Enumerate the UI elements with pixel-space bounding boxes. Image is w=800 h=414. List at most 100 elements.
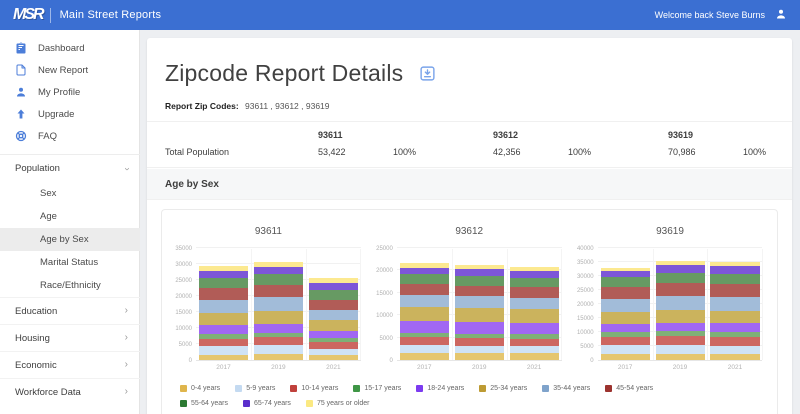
y-tick-label: 20000 bbox=[376, 268, 393, 275]
download-report-icon[interactable] bbox=[419, 65, 436, 82]
y-axis: 0 5000 10000 15000 20000 25000 30000 35000 bbox=[172, 246, 196, 364]
report-zip-codes: Report Zip Codes: 93611 , 93612 , 93619 bbox=[147, 87, 792, 121]
bar-segment-55-64-years bbox=[600, 277, 650, 287]
sidebar: Dashboard New Report My Profile Upgrade FAQ … bbox=[0, 30, 140, 414]
bar-segment-25-34-years bbox=[710, 311, 760, 324]
sidebar-item-age[interactable]: Age bbox=[0, 205, 140, 228]
x-tick-label: 2021 bbox=[526, 364, 542, 371]
legend-swatch bbox=[353, 385, 361, 392]
bar-segment-55-64-years bbox=[399, 274, 449, 284]
bar-segment-0-4-years bbox=[253, 353, 303, 360]
h-gridline bbox=[396, 247, 562, 248]
v-gridline bbox=[561, 249, 563, 360]
y-tick-label: 25000 bbox=[576, 288, 594, 294]
summary-cell: 53,422 bbox=[318, 147, 346, 157]
x-tick-label: 2019 bbox=[672, 364, 688, 371]
bar-segment-5-9-years bbox=[454, 345, 504, 354]
legend-label: 18-24 years bbox=[427, 385, 465, 392]
summary-cell: 100% bbox=[743, 147, 767, 157]
bar-segment-45-54-years bbox=[655, 283, 705, 297]
y-tick-label: 25000 bbox=[376, 246, 393, 252]
bar-segment-45-54-years bbox=[253, 284, 303, 298]
sidebar-item-faq[interactable]: FAQ bbox=[0, 125, 140, 147]
bar-segment-25-34-years bbox=[308, 320, 358, 331]
chart-title: 93611 bbox=[254, 226, 282, 237]
bar-segment-5-9-years bbox=[655, 345, 705, 354]
upgrade-icon bbox=[15, 108, 27, 120]
bar-segment-35-44-years bbox=[198, 299, 249, 314]
msr-logo[interactable]: MSR bbox=[13, 6, 45, 24]
y-tick-label: 5000 bbox=[178, 342, 192, 348]
h-gridline bbox=[196, 247, 361, 248]
legend-item: 18-24 years bbox=[416, 385, 464, 392]
legend-label: 25-34 years bbox=[490, 385, 528, 392]
bar-segment-10-14-years bbox=[399, 337, 449, 346]
plot-row: 0 5000 10000 15000 20000 25000 30000 35000 40000 bbox=[574, 246, 767, 364]
bar-segment-35-44-years bbox=[600, 299, 650, 313]
summary-zip-header: 93612 bbox=[493, 130, 519, 140]
y-tick-label: 20000 bbox=[175, 294, 192, 300]
chevron-right-icon: › bbox=[124, 359, 128, 370]
bar-segment-25-34-years bbox=[655, 310, 705, 323]
stacked-bar-2019 bbox=[655, 260, 705, 360]
x-tick-label: 2017 bbox=[216, 364, 231, 371]
h-gridline bbox=[597, 247, 763, 248]
stacked-bar-2021 bbox=[710, 261, 760, 360]
logo-divider bbox=[49, 7, 51, 23]
bar-segment-5-9-years bbox=[600, 345, 650, 354]
sidebar-item-dashboard[interactable]: Dashboard bbox=[0, 37, 140, 59]
bar-segment-45-54-years bbox=[454, 285, 504, 297]
y-axis: 0 5000 10000 15000 20000 25000 30000 35000 40000 bbox=[574, 246, 598, 364]
sidebar-section-economic[interactable]: Economic › bbox=[0, 351, 140, 378]
sidebar-section-education[interactable]: Education › bbox=[0, 297, 140, 324]
report-zip-label: Report Zip Codes: bbox=[165, 101, 239, 111]
bar-segment-0-4-years bbox=[600, 353, 650, 360]
legend-item: 15-17 years bbox=[353, 385, 401, 392]
bar-segment-25-34-years bbox=[198, 313, 249, 326]
sidebar-item-label: My Profile bbox=[38, 86, 81, 98]
summary-cell: 100% bbox=[568, 147, 592, 157]
plot-area bbox=[597, 247, 763, 361]
summary-cell: 42,356 bbox=[493, 147, 521, 157]
sidebar-item-label: Dashboard bbox=[38, 42, 85, 54]
bar-segment-18-24-years bbox=[308, 330, 358, 338]
legend-item: 55-64 years bbox=[180, 400, 228, 407]
bar-segment-45-54-years bbox=[198, 288, 249, 300]
sidebar-item-new-report[interactable]: New Report bbox=[0, 59, 140, 81]
report-zip-values: 93611 , 93612 , 93619 bbox=[245, 101, 330, 111]
y-tick-label: 40000 bbox=[576, 246, 594, 252]
main-area: Zipcode Report Details Report Zip Codes:… bbox=[140, 30, 800, 414]
sidebar-section-housing[interactable]: Housing › bbox=[0, 324, 140, 351]
app-name: Main Street Reports bbox=[59, 9, 162, 21]
bar-segment-0-4-years bbox=[454, 353, 504, 360]
v-gridline bbox=[761, 249, 763, 360]
sidebar-item-marital-status[interactable]: Marital Status bbox=[0, 251, 140, 274]
sidebar-item-age-by-sex[interactable]: Age by Sex bbox=[0, 228, 140, 251]
legend-item: 65-74 years bbox=[242, 400, 291, 407]
sidebar-section-label: Population bbox=[15, 163, 60, 174]
user-avatar-icon[interactable] bbox=[775, 8, 787, 22]
legend-swatch bbox=[542, 385, 550, 392]
sidebar-item-sex[interactable]: Sex bbox=[0, 182, 140, 205]
x-tick-label: 2019 bbox=[271, 364, 286, 371]
bar-segment-55-64-years bbox=[308, 289, 358, 300]
y-tick-label: 20000 bbox=[576, 302, 594, 308]
bar-segment-18-24-years bbox=[253, 323, 303, 333]
sidebar-item-race-ethnicity[interactable]: Race/Ethnicity bbox=[0, 274, 140, 297]
sidebar-item-my-profile[interactable]: My Profile bbox=[0, 81, 140, 103]
sidebar-section-population[interactable]: Population › bbox=[0, 155, 140, 182]
bar-segment-0-4-years bbox=[198, 354, 249, 360]
bar-segment-18-24-years bbox=[655, 322, 705, 332]
legend-label: 15-17 years bbox=[364, 385, 402, 392]
sidebar-item-upgrade[interactable]: Upgrade bbox=[0, 103, 140, 125]
plot-area bbox=[196, 247, 362, 361]
sidebar-section-workforce-data[interactable]: Workforce Data › bbox=[0, 378, 140, 405]
bar-segment-55-64-years bbox=[509, 277, 559, 288]
x-tick-label: 2017 bbox=[617, 364, 633, 371]
summary-row-label: Total Population bbox=[165, 147, 230, 157]
bar-segment-65-74-years bbox=[655, 265, 705, 273]
legend-item: 5-9 years bbox=[235, 385, 275, 392]
bar-segment-45-54-years bbox=[399, 283, 449, 295]
bar-segment-10-14-years bbox=[198, 338, 249, 347]
summary-zip-header: 93619 bbox=[668, 130, 694, 140]
